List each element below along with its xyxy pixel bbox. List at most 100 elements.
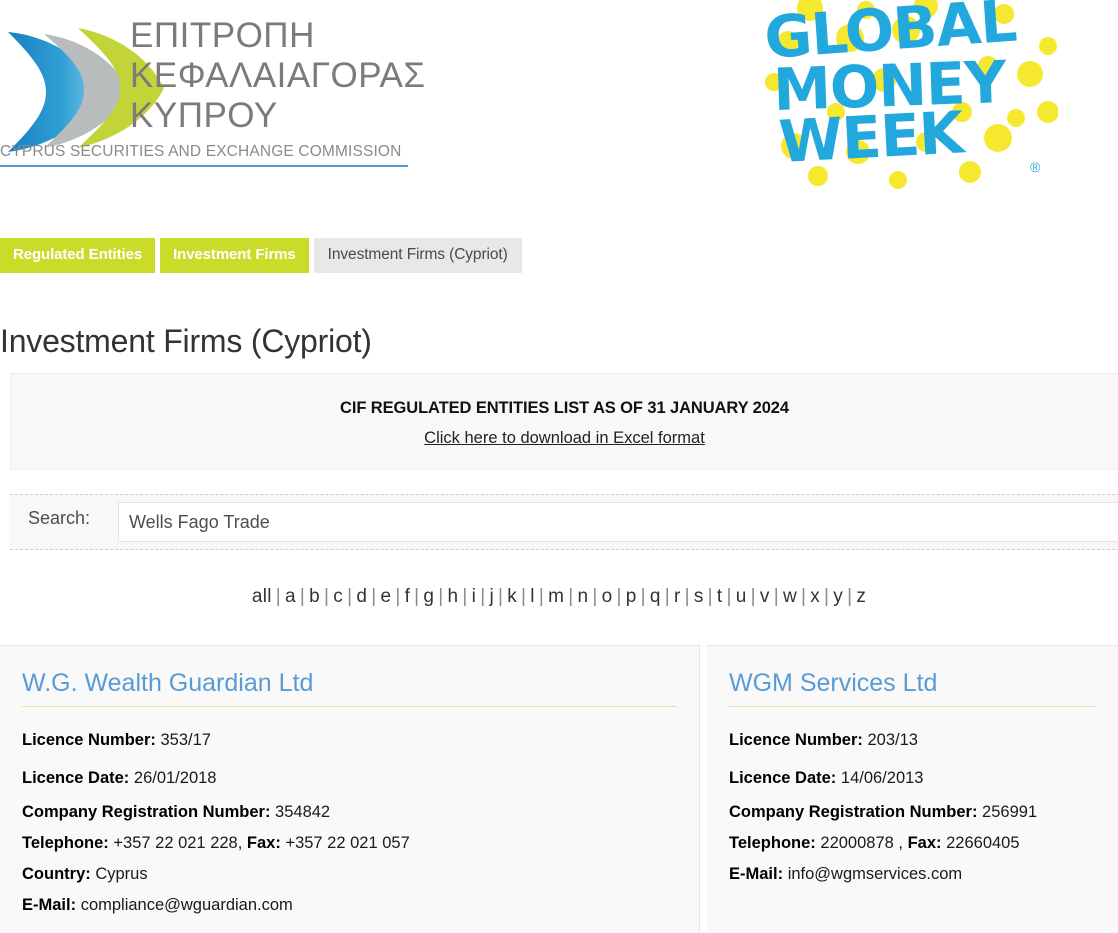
page-header: ΕΠΙΤΡΟΠΗ ΚΕΦΑΛΑΙΑΓΟΡΑΣ ΚΥΠΡΟΥ CYPRUS SEC… [0, 0, 1118, 200]
field-label: E-Mail [22, 896, 71, 914]
info-panel-title: CIF REGULATED ENTITIES LIST AS OF 31 JAN… [340, 399, 789, 417]
alphabet-item-x[interactable]: x [810, 586, 820, 607]
alphabet-item-w[interactable]: w [783, 586, 797, 607]
alphabet-item-s[interactable]: s [694, 586, 704, 607]
field-value: 14/06/2013 [840, 769, 924, 787]
field-licence-number: Licence Number: 203/13 [729, 721, 1096, 759]
cysec-english-name: CYPRUS SECURITIES AND EXCHANGE COMMISSIO… [0, 143, 402, 160]
info-panel: CIF REGULATED ENTITIES LIST AS OF 31 JAN… [10, 373, 1118, 470]
field-sep: : [103, 834, 109, 852]
field-label: Telephone [22, 834, 104, 852]
field-value: 256991 [982, 803, 1038, 821]
alphabet-separator: | [664, 586, 670, 607]
field-sep: : [150, 731, 156, 749]
alphabet-separator: | [299, 586, 306, 607]
alphabet-item-u[interactable]: u [736, 586, 747, 607]
alphabet-separator: | [640, 586, 646, 607]
alphabet-item-h[interactable]: h [448, 586, 459, 607]
alphabet-item-a[interactable]: a [285, 586, 296, 607]
results-list: W.G. Wealth Guardian Ltd Licence Number:… [0, 645, 1118, 933]
field-label: Company Registration Number [22, 803, 265, 821]
search-input[interactable] [118, 502, 1118, 542]
alphabet-separator: | [324, 586, 330, 607]
field-value: 354842 [275, 803, 331, 821]
alphabet-separator: | [462, 586, 468, 607]
alphabet-separator: | [438, 586, 444, 607]
field-value: 26/01/2018 [133, 769, 217, 787]
alphabet-filter: all | a | b | c | d | e | f | g | h | i | j | k | l | m | n | o | p | q | r |… [0, 586, 1118, 608]
field-sep: : [264, 803, 271, 821]
alphabet-separator: | [707, 586, 713, 607]
result-card: WGM Services Ltd Licence Number: 203/13 … [707, 645, 1118, 933]
field-value: 22000878 , [820, 834, 903, 852]
alphabet-separator: | [726, 586, 732, 607]
alphabet-item-all[interactable]: all [252, 586, 272, 607]
field-licence-date: Licence Date: 26/01/2018 [22, 759, 677, 797]
field-label: Company Registration Number [729, 803, 972, 821]
alphabet-item-q[interactable]: q [650, 586, 661, 607]
field-email: E-Mail: compliance@wguardian.com [22, 890, 677, 921]
field-country: Country: Cyprus [22, 859, 677, 890]
search-row: Search: [10, 494, 1118, 550]
alphabet-separator: | [347, 586, 353, 607]
cysec-greek-name: ΕΠΙΤΡΟΠΗ ΚΕΦΑΛΑΙΑΓΟΡΑΣ ΚΥΠΡΟΥ [130, 16, 426, 135]
field-company-registration-number: Company Registration Number: 256991 [729, 797, 1096, 828]
alphabet-separator: | [521, 586, 527, 607]
field-company-registration-number: Company Registration Number: 354842 [22, 797, 677, 828]
alphabet-separator: | [568, 586, 574, 607]
page-title: Investment Firms (Cypriot) [0, 323, 372, 360]
alphabet-item-y[interactable]: y [833, 586, 843, 607]
field-telephone-fax: Telephone: +357 22 021 228, Fax: +357 22… [22, 828, 677, 859]
result-card-title[interactable]: WGM Services Ltd [729, 668, 1096, 707]
alphabet-item-t[interactable]: t [717, 586, 723, 607]
alphabet-item-b[interactable]: b [309, 586, 320, 607]
field-value: Cyprus [95, 865, 148, 883]
alphabet-item-r[interactable]: r [674, 586, 681, 607]
alphabet-item-g[interactable]: g [423, 586, 434, 607]
breadcrumb-tab-regulated-entities[interactable]: Regulated Entities [0, 238, 156, 273]
alphabet-item-n[interactable]: n [577, 586, 588, 607]
field-telephone-fax: Telephone: 22000878 , Fax: 22660405 [729, 828, 1096, 859]
alphabet-item-v[interactable]: v [760, 586, 770, 607]
alphabet-separator: | [497, 586, 504, 607]
alphabet-item-p[interactable]: p [626, 586, 637, 607]
field-email: E-Mail: info@wgmservices.com [729, 859, 1096, 890]
breadcrumb-tab-investment-firms-cypriot[interactable]: Investment Firms (Cypriot) [313, 238, 522, 273]
field-value: info@wgmservices.com [787, 865, 963, 883]
alphabet-item-z[interactable]: z [856, 586, 866, 607]
alphabet-item-m[interactable]: m [548, 586, 564, 607]
alphabet-separator: | [371, 586, 377, 607]
field-sep: : [810, 834, 816, 852]
gmw-logo-art: GLOBAL MONEY WEEK ® [762, 0, 1059, 189]
breadcrumb-tab-investment-firms[interactable]: Investment Firms [160, 238, 309, 273]
alphabet-item-k[interactable]: k [507, 586, 517, 607]
field-value-fax: 22660405 [946, 834, 1020, 852]
alphabet-item-d[interactable]: d [356, 586, 367, 607]
alphabet-separator: | [684, 586, 690, 607]
field-label: Country [22, 865, 86, 883]
alphabet-separator: | [773, 586, 779, 607]
alphabet-item-o[interactable]: o [602, 586, 613, 607]
download-excel-link[interactable]: Click here to download in Excel format [11, 429, 1118, 448]
result-card: W.G. Wealth Guardian Ltd Licence Number:… [0, 645, 700, 933]
field-value: +357 22 021 228, [113, 834, 243, 852]
alphabet-separator: | [480, 586, 486, 607]
field-label: Licence Number [22, 731, 151, 749]
gmw-line3: WEEK [777, 98, 968, 176]
field-sep: : [777, 865, 784, 883]
field-value: 203/13 [867, 731, 918, 749]
field-label: Licence Number [729, 731, 858, 749]
alphabet-separator: | [395, 586, 401, 607]
field-sep: : [70, 896, 77, 914]
alphabet-separator: | [414, 586, 420, 607]
alphabet-separator: | [750, 586, 756, 607]
field-label-fax: Fax [246, 834, 276, 852]
field-value-fax: +357 22 021 057 [285, 834, 410, 852]
alphabet-item-e[interactable]: e [380, 586, 391, 607]
field-sep-fax: : [936, 834, 942, 852]
field-value: 353/17 [160, 731, 211, 749]
alphabet-separator: | [275, 586, 281, 607]
alphabet-separator: | [800, 586, 807, 607]
alphabet-item-c[interactable]: c [333, 586, 343, 607]
result-card-title[interactable]: W.G. Wealth Guardian Ltd [22, 668, 677, 707]
